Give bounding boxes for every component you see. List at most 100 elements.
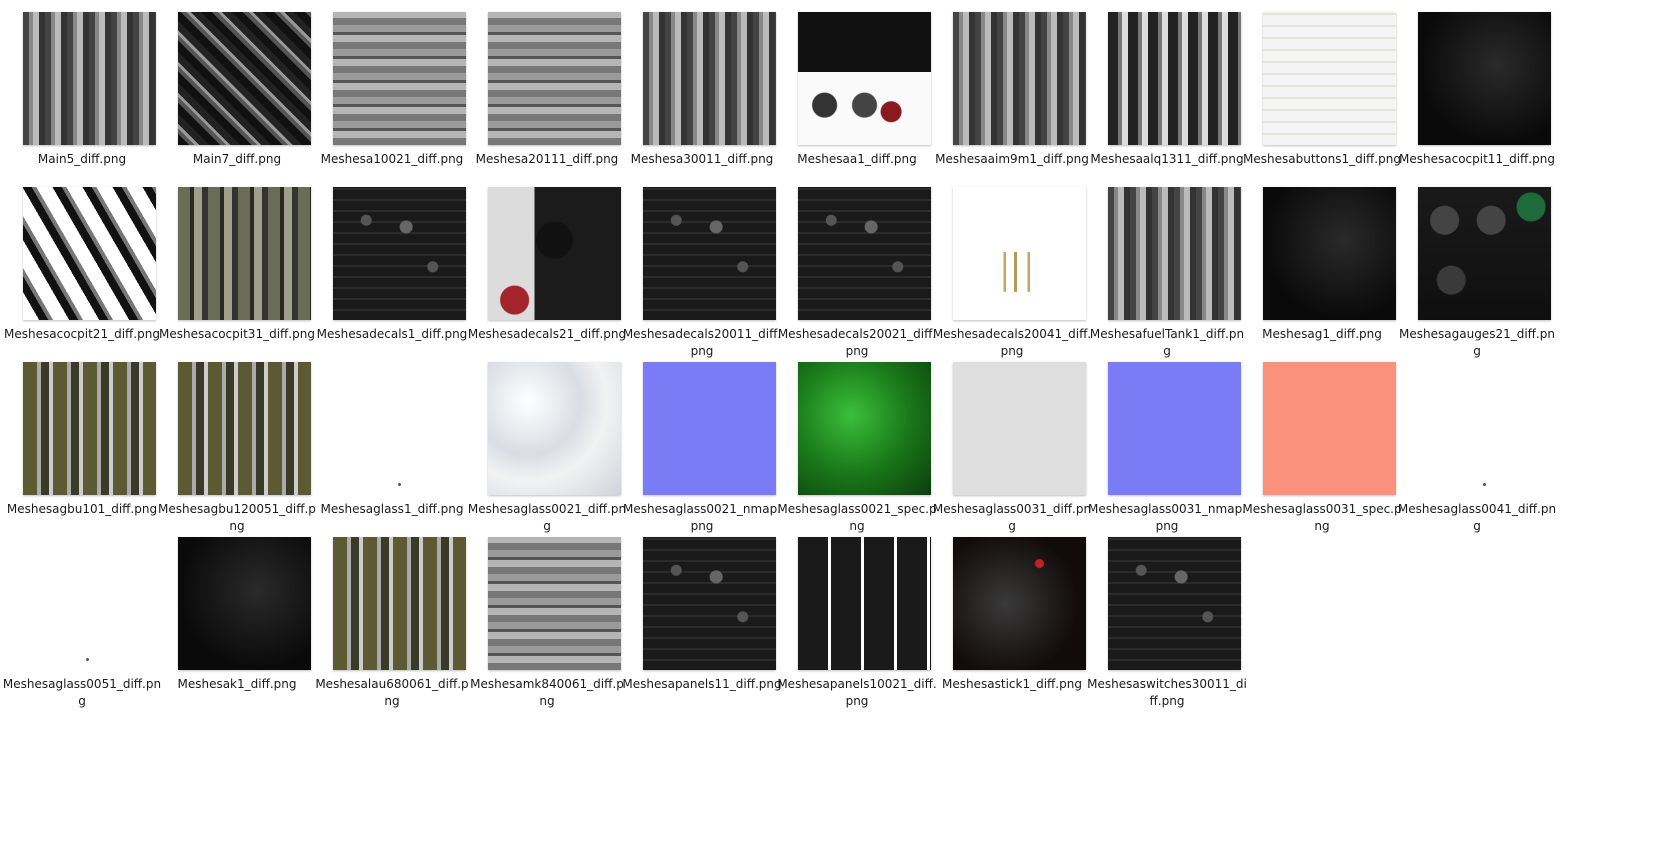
file-item[interactable]: MeshesafuelTank1_diff.png [1085, 175, 1249, 359]
file-thumbnail[interactable] [1263, 12, 1396, 145]
file-item[interactable]: Meshesadecals20041_diff.png [930, 175, 1094, 359]
file-name[interactable]: Meshesacocpit11_diff.png [1397, 151, 1557, 168]
file-item[interactable]: Meshesaglass0021_nmap.png [620, 350, 784, 534]
file-thumbnail[interactable] [798, 12, 931, 145]
file-name[interactable]: Main5_diff.png [2, 151, 162, 168]
file-item[interactable]: Meshesagauges21_diff.png [1395, 175, 1559, 359]
file-thumbnail[interactable] [1108, 537, 1241, 670]
file-thumbnail[interactable] [643, 362, 776, 495]
file-name[interactable]: Meshesastick1_diff.png [932, 676, 1092, 693]
file-item[interactable]: Meshesaglass0041_diff.png [1395, 350, 1559, 534]
file-name[interactable]: Meshesapanels11_diff.png [622, 676, 782, 693]
file-thumbnail[interactable] [178, 12, 311, 145]
file-item[interactable]: Meshesag1_diff.png [1240, 175, 1404, 359]
file-item[interactable]: Meshesadecals1_diff.png [310, 175, 474, 359]
file-thumbnail[interactable] [1263, 362, 1396, 495]
file-name[interactable]: Meshesacocpit31_diff.png [157, 326, 317, 343]
file-name[interactable]: Meshesacocpit21_diff.png [2, 326, 162, 343]
file-thumbnail[interactable] [1418, 187, 1551, 320]
file-item[interactable]: Meshesaglass1_diff.png [310, 350, 474, 534]
file-item[interactable]: Meshesaaim9m1_diff.png [930, 0, 1094, 184]
file-thumbnail[interactable] [488, 362, 621, 495]
file-item[interactable]: Meshesagbu120051_diff.png [155, 350, 319, 534]
file-item[interactable]: Meshesabuttons1_diff.png [1240, 0, 1404, 184]
file-thumbnail[interactable] [488, 12, 621, 145]
file-item[interactable]: Meshesadecals20021_diff.png [775, 175, 939, 359]
file-thumbnail[interactable] [178, 187, 311, 320]
file-name[interactable]: Meshesalau680061_diff.png [312, 676, 472, 710]
file-thumbnail[interactable] [643, 537, 776, 670]
file-name[interactable]: Meshesaglass0051_diff.png [2, 676, 162, 710]
file-thumbnail[interactable] [643, 12, 776, 145]
file-item[interactable]: Meshesaglass0051_diff.png [0, 525, 164, 709]
file-item[interactable]: Meshesaswitches30011_diff.png [1085, 525, 1249, 709]
file-thumbnail[interactable] [23, 187, 156, 320]
file-name[interactable]: Meshesak1_diff.png [157, 676, 317, 693]
file-thumbnail[interactable] [333, 362, 466, 495]
file-name[interactable]: Main7_diff.png [157, 151, 317, 168]
file-thumbnail[interactable] [178, 362, 311, 495]
file-item[interactable]: Meshesa10021_diff.png [310, 0, 474, 184]
file-thumbnail[interactable] [1418, 362, 1551, 495]
file-thumbnail[interactable] [953, 537, 1086, 670]
file-thumbnail[interactable] [953, 187, 1086, 320]
file-thumbnail[interactable] [643, 187, 776, 320]
file-item[interactable]: Meshesamk840061_diff.png [465, 525, 629, 709]
file-thumbnail[interactable] [178, 537, 311, 670]
file-item[interactable]: Main5_diff.png [0, 0, 164, 184]
file-thumbnail[interactable] [1108, 187, 1241, 320]
file-name[interactable]: Meshesaa1_diff.png [777, 151, 937, 168]
file-item[interactable]: Meshesadecals21_diff.png [465, 175, 629, 359]
file-item[interactable]: Meshesaglass0031_spec.png [1240, 350, 1404, 534]
file-thumbnail[interactable] [333, 187, 466, 320]
file-thumbnail[interactable] [798, 362, 931, 495]
file-item[interactable]: Meshesaglass0031_nmap.png [1085, 350, 1249, 534]
file-name[interactable]: Meshesadecals21_diff.png [467, 326, 627, 343]
file-thumbnail[interactable] [953, 12, 1086, 145]
file-thumbnail[interactable] [798, 537, 931, 670]
file-thumbnail[interactable] [23, 537, 156, 670]
file-item[interactable]: Meshesa20111_diff.png [465, 0, 629, 184]
file-name[interactable]: Meshesabuttons1_diff.png [1242, 151, 1402, 168]
file-name[interactable]: Meshesapanels10021_diff.png [777, 676, 937, 710]
file-thumbnail[interactable] [953, 362, 1086, 495]
file-name[interactable]: Meshesaaim9m1_diff.png [932, 151, 1092, 168]
file-name[interactable]: Meshesaglass0041_diff.png [1397, 501, 1557, 535]
file-item[interactable]: Meshesaglass0031_diff.png [930, 350, 1094, 534]
file-thumbnail[interactable] [488, 187, 621, 320]
file-thumbnail[interactable] [23, 362, 156, 495]
file-item[interactable]: Meshesaalq1311_diff.png [1085, 0, 1249, 184]
file-thumbnail[interactable] [333, 12, 466, 145]
file-item[interactable]: Meshesapanels11_diff.png [620, 525, 784, 709]
file-name[interactable]: Meshesa30011_diff.png [622, 151, 782, 168]
file-item[interactable]: Meshesalau680061_diff.png [310, 525, 474, 709]
file-thumbnail[interactable] [23, 12, 156, 145]
file-thumbnail[interactable] [1108, 12, 1241, 145]
file-item[interactable]: Meshesacocpit21_diff.png [0, 175, 164, 359]
file-name[interactable]: Meshesagbu101_diff.png [2, 501, 162, 518]
file-name[interactable]: Meshesadecals1_diff.png [312, 326, 472, 343]
file-thumbnail[interactable] [1418, 12, 1551, 145]
file-item[interactable]: Meshesapanels10021_diff.png [775, 525, 939, 709]
file-item[interactable]: Meshesa30011_diff.png [620, 0, 784, 184]
file-thumbnail[interactable] [333, 537, 466, 670]
file-name[interactable]: Meshesaglass1_diff.png [312, 501, 472, 518]
file-item[interactable]: Main7_diff.png [155, 0, 319, 184]
file-name[interactable]: Meshesa20111_diff.png [467, 151, 627, 168]
file-item[interactable]: Meshesaglass0021_spec.png [775, 350, 939, 534]
file-item[interactable]: Meshesacocpit31_diff.png [155, 175, 319, 359]
file-thumbnail[interactable] [798, 187, 931, 320]
file-name[interactable]: Meshesag1_diff.png [1242, 326, 1402, 343]
file-thumbnail[interactable] [1263, 187, 1396, 320]
file-name[interactable]: Meshesamk840061_diff.png [467, 676, 627, 710]
file-name[interactable]: Meshesaglass0031_spec.png [1242, 501, 1402, 535]
file-item[interactable]: Meshesastick1_diff.png [930, 525, 1094, 709]
file-item[interactable]: Meshesaglass0021_diff.png [465, 350, 629, 534]
file-thumbnail[interactable] [1108, 362, 1241, 495]
file-item[interactable]: Meshesacocpit11_diff.png [1395, 0, 1559, 184]
file-item[interactable]: Meshesak1_diff.png [155, 525, 319, 709]
file-name[interactable]: Meshesa10021_diff.png [312, 151, 472, 168]
file-item[interactable]: Meshesagbu101_diff.png [0, 350, 164, 534]
file-name[interactable]: Meshesaswitches30011_diff.png [1087, 676, 1247, 710]
file-item[interactable]: Meshesaa1_diff.png [775, 0, 939, 184]
